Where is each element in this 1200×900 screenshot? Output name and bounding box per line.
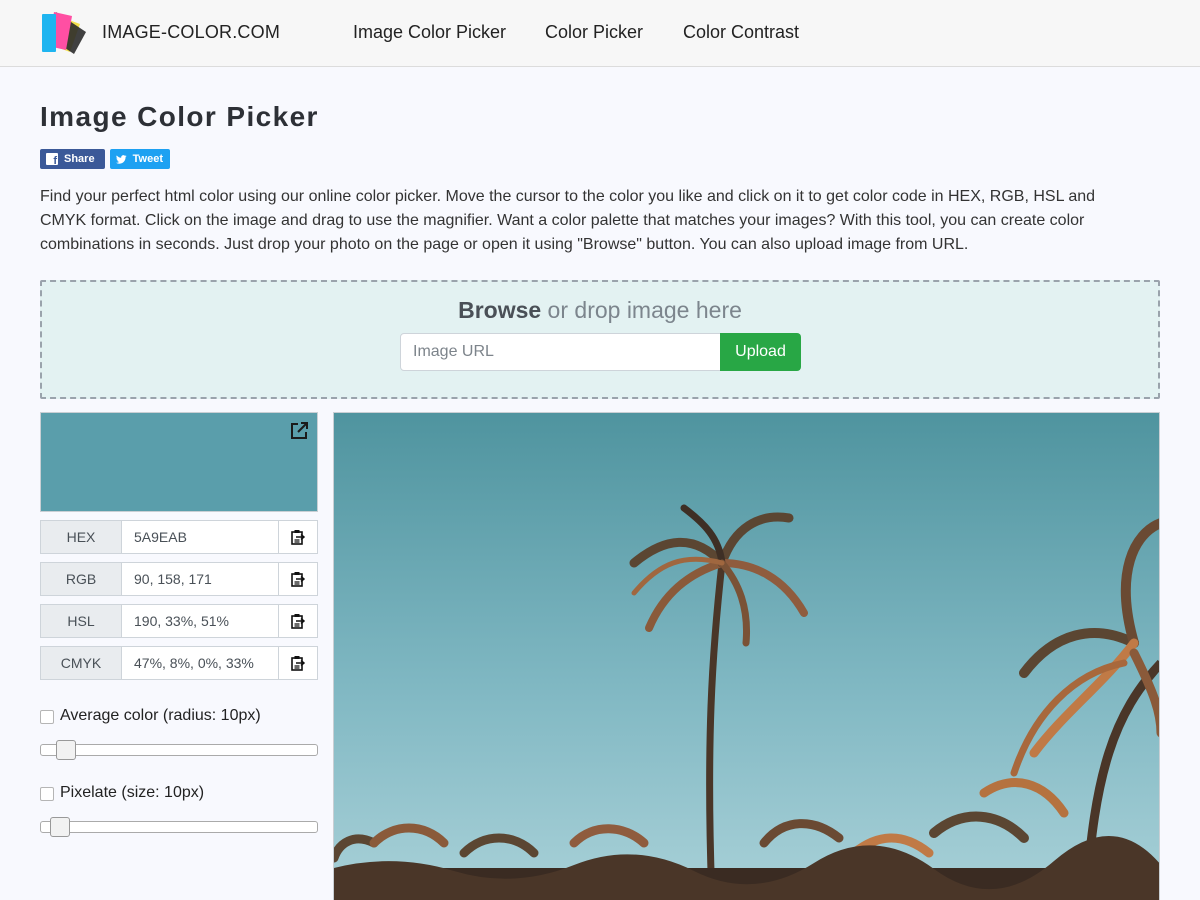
hex-value[interactable]: 5A9EAB — [121, 520, 279, 554]
pixelate-size-slider[interactable] — [40, 821, 318, 833]
cmyk-row: CMYK 47%, 8%, 0%, 33% — [40, 646, 318, 680]
rgb-row: RGB 90, 158, 171 — [40, 562, 318, 596]
external-link-icon[interactable] — [289, 421, 309, 441]
hex-row: HEX 5A9EAB — [40, 520, 318, 554]
page-title: Image Color Picker — [40, 101, 319, 132]
hex-label: HEX — [40, 520, 121, 554]
intro-text: Find your perfect html color using our o… — [40, 188, 1096, 253]
site-header: IMAGE-COLOR.COM Image Color Picker Color… — [0, 0, 1200, 67]
average-radius-slider[interactable] — [40, 744, 318, 756]
average-color-checkbox[interactable] — [40, 710, 54, 724]
palm-tree-photo[interactable] — [334, 413, 1160, 900]
nav-color-picker[interactable]: Color Picker — [545, 22, 643, 43]
clipboard-icon — [291, 614, 305, 629]
clipboard-icon — [291, 656, 305, 671]
hsl-value[interactable]: 190, 33%, 51% — [121, 604, 279, 638]
hsl-row: HSL 190, 33%, 51% — [40, 604, 318, 638]
cmyk-value[interactable]: 47%, 8%, 0%, 33% — [121, 646, 279, 680]
nav-image-color-picker[interactable]: Image Color Picker — [353, 22, 506, 43]
color-swatch — [40, 412, 318, 512]
copy-cmyk-button[interactable] — [279, 646, 318, 680]
image-canvas[interactable] — [333, 412, 1160, 900]
drop-hint: or drop image here — [541, 297, 742, 323]
copy-rgb-button[interactable] — [279, 562, 318, 596]
pixelate-checkbox[interactable] — [40, 787, 54, 801]
share-label: Share — [64, 153, 95, 165]
brand-name[interactable]: IMAGE-COLOR.COM — [102, 22, 280, 43]
clipboard-icon — [291, 572, 305, 587]
twitter-icon — [116, 154, 127, 164]
image-dropzone[interactable]: Browse or drop image here Upload — [40, 280, 1160, 399]
image-url-input[interactable] — [400, 333, 721, 371]
upload-button[interactable]: Upload — [720, 333, 801, 371]
dropzone-prompt: Browse or drop image here — [42, 297, 1158, 324]
clipboard-icon — [291, 530, 305, 545]
cmyk-label: CMYK — [40, 646, 121, 680]
hsl-label: HSL — [40, 604, 121, 638]
browse-link[interactable]: Browse — [458, 297, 541, 323]
average-radius-slider-handle[interactable] — [56, 740, 76, 760]
copy-hsl-button[interactable] — [279, 604, 318, 638]
nav-color-contrast[interactable]: Color Contrast — [683, 22, 799, 43]
rgb-value[interactable]: 90, 158, 171 — [121, 562, 279, 596]
logo-icon[interactable] — [40, 10, 94, 56]
rgb-label: RGB — [40, 562, 121, 596]
twitter-tweet-button[interactable]: Tweet — [110, 149, 170, 169]
pixelate-label[interactable]: Pixelate (size: 10px) — [60, 784, 204, 802]
tweet-label: Tweet — [132, 153, 163, 165]
average-color-label[interactable]: Average color (radius: 10px) — [60, 707, 261, 725]
facebook-share-button[interactable]: Share — [40, 149, 105, 169]
facebook-icon — [46, 153, 58, 167]
pixelate-size-slider-handle[interactable] — [50, 817, 70, 837]
copy-hex-button[interactable] — [279, 520, 318, 554]
